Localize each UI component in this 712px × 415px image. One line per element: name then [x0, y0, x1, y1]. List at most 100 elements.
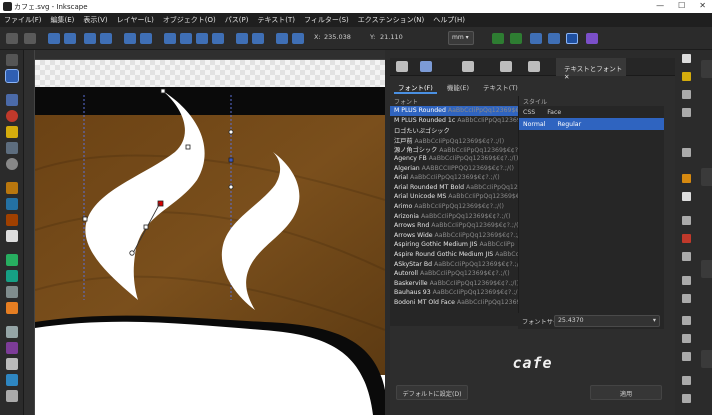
close-window-button[interactable]: ✕ [699, 1, 706, 10]
import-icon[interactable] [682, 148, 691, 157]
pen-tool-icon[interactable] [6, 198, 18, 210]
minimize-button[interactable]: — [656, 1, 664, 10]
selector-tool-icon[interactable] [6, 54, 18, 66]
font-row[interactable]: Agency FB AaBbCcIiPpQq12369$€¢?.;/() [390, 154, 518, 164]
select-all-icon[interactable] [6, 33, 18, 44]
eraser-tool-icon[interactable] [6, 358, 18, 370]
tab-text-font[interactable]: テキストとフォント ✕ [556, 58, 626, 81]
font-row[interactable]: ロゴたいぷゴシック [390, 125, 518, 135]
group-icon[interactable] [682, 316, 691, 325]
set-default-button[interactable]: デフォルトに設定(D) [396, 385, 468, 400]
subtab-features[interactable]: 機能(E) [443, 78, 473, 94]
snap-controls-tab[interactable] [701, 60, 712, 78]
font-row[interactable]: Arrows Rnd AaBbCcIiPpQq12369$€¢?.;/() [390, 221, 518, 231]
font-list[interactable]: フォント M PLUS Rounded AaBbCcIiPpQq12369$€¢… [390, 96, 518, 326]
font-row[interactable]: Arizonia AaBbCcIiPpQq12369$€¢?.;/() [390, 212, 518, 222]
zoom-icon[interactable] [682, 276, 691, 285]
font-list-scrollbar[interactable] [664, 96, 675, 326]
transform-tab-icon[interactable] [420, 61, 432, 72]
font-row[interactable]: Arial AaBbCcIiPpQq12369$€¢?.;/() [390, 173, 518, 183]
font-row[interactable]: Arial Unicode MS AaBbCcIiPpQq12369$€¢?.;… [390, 192, 518, 202]
font-row[interactable]: Algerian AABBCCIIPPQQ12369$€¢?.;/() [390, 164, 518, 174]
style-list[interactable]: スタイル CSS Face Normal Regular [518, 96, 664, 326]
menu-layer[interactable]: レイヤー(L) [117, 15, 154, 25]
snap-icon[interactable] [492, 33, 504, 44]
font-row[interactable]: Baskerville AaBbCcIiPpQq12369$€¢?.;/() [390, 279, 518, 289]
line-segment-icon[interactable] [236, 33, 248, 44]
menu-view[interactable]: 表示(V) [83, 15, 107, 25]
font-row[interactable]: M PLUS Rounded 1c AaBbCcIiPpQq12369$€¢?.… [390, 116, 518, 126]
unit-select[interactable]: mm ▾ [448, 31, 474, 45]
y-input[interactable]: 21.110 [380, 33, 403, 41]
menu-filters[interactable]: フィルター(S) [304, 15, 349, 25]
fill-stroke-tab-icon[interactable] [396, 61, 408, 72]
pencil-tool-icon[interactable] [6, 182, 18, 194]
document-tab-icon[interactable] [462, 61, 474, 72]
ellipse-tool-icon[interactable] [6, 110, 18, 122]
redo-icon[interactable] [682, 192, 691, 201]
subtab-text[interactable]: テキスト(T) [479, 78, 522, 94]
font-row[interactable]: ASkyStar Bd AaBbCcIiPpQq12369$€¢?.;/() [390, 260, 518, 270]
break-path-icon[interactable] [100, 33, 112, 44]
font-size-combo[interactable]: 25.4370 ▾ [554, 315, 660, 327]
symmetric-node-icon[interactable] [196, 33, 208, 44]
mesh-tool-icon[interactable] [6, 270, 18, 282]
stroke-to-path-icon[interactable] [292, 33, 304, 44]
text-font-icon[interactable] [682, 376, 691, 385]
font-row[interactable]: 江戸前 AaBbCcIiPpQq12369$€¢?.;/() [390, 135, 518, 145]
font-row[interactable]: Arrows Wide AaBbCcIiPpQq12369$€¢?.;/() [390, 231, 518, 241]
snap-bbox-icon[interactable] [510, 33, 522, 44]
font-row[interactable]: 源ノ角ゴシック AaBbCcIiPpQq12369$€¢?.;/() [390, 144, 518, 154]
show-handles-icon[interactable] [530, 33, 542, 44]
font-row[interactable]: Arimo AaBbCcIiPpQq12369$€¢?.;/() [390, 202, 518, 212]
auto-smooth-node-icon[interactable] [212, 33, 224, 44]
maximize-button[interactable]: ☐ [678, 1, 685, 10]
cut-icon[interactable] [682, 234, 691, 243]
measure-tool-icon[interactable] [6, 390, 18, 402]
fill-stroke-icon[interactable] [682, 352, 691, 361]
star-tool-icon[interactable] [6, 126, 18, 138]
smooth-node-icon[interactable] [180, 33, 192, 44]
gradient-tool-icon[interactable] [6, 254, 18, 266]
menu-extensions[interactable]: エクステンション(N) [358, 15, 425, 25]
copy-icon[interactable] [682, 216, 691, 225]
save-icon[interactable] [682, 90, 691, 99]
menu-object[interactable]: オブジェクト(O) [163, 15, 216, 25]
subtab-font[interactable]: フォント(F) [394, 78, 437, 94]
undo-icon[interactable] [682, 174, 691, 183]
delete-node-icon[interactable] [64, 33, 76, 44]
font-row[interactable]: Bodoni MT Old Face AaBbCcIiPpQq12369$€¢?… [390, 298, 518, 308]
text-tool-icon[interactable] [6, 230, 18, 242]
font-row[interactable]: Arial Rounded MT Bold AaBbCcIiPpQq12369$… [390, 183, 518, 193]
xml-editor-icon[interactable] [682, 394, 691, 403]
paste-icon[interactable] [682, 252, 691, 261]
font-row[interactable]: Bauhaus 93 AaBbCcIiPpQq12369$€¢?.;/() [390, 288, 518, 298]
x-input[interactable]: 235.038 [324, 33, 351, 41]
menu-text[interactable]: テキスト(T) [257, 15, 295, 25]
menu-help[interactable]: ヘルプ(H) [433, 15, 465, 25]
spray-tool-icon[interactable] [6, 342, 18, 354]
tweak-tool-icon[interactable] [6, 326, 18, 338]
paint-bucket-tool-icon[interactable] [6, 302, 18, 314]
join-nodes-icon[interactable] [84, 33, 96, 44]
dropper-tool-icon[interactable] [6, 286, 18, 298]
join-segment-icon[interactable] [124, 33, 136, 44]
node-tool-icon[interactable] [5, 69, 19, 83]
objects-tab-icon[interactable] [528, 61, 540, 72]
lpe-icon[interactable] [586, 33, 598, 44]
font-row-selected[interactable]: M PLUS Rounded AaBbCcIiPpQq12369$€¢?.;/(… [390, 106, 518, 116]
curve-segment-icon[interactable] [252, 33, 264, 44]
cusp-node-icon[interactable] [164, 33, 176, 44]
object-to-path-icon[interactable] [276, 33, 288, 44]
duplicate-icon[interactable] [682, 294, 691, 303]
menu-path[interactable]: パス(P) [225, 15, 249, 25]
3d-box-tool-icon[interactable] [6, 142, 18, 154]
show-outline-icon[interactable] [548, 33, 560, 44]
style-row[interactable]: CSS Face [519, 106, 664, 118]
delete-segment-icon[interactable] [140, 33, 152, 44]
snap-controls-tab[interactable] [701, 260, 712, 278]
apply-button[interactable]: 適用 [590, 385, 662, 400]
snap-controls-tab[interactable] [701, 168, 712, 186]
font-row[interactable]: Aspire Round Gothic Medium JIS AaBbCcIiP… [390, 250, 518, 260]
snap-controls-tab[interactable] [701, 350, 712, 368]
